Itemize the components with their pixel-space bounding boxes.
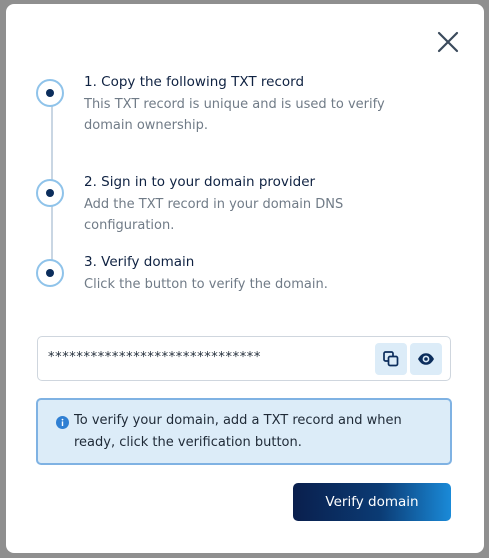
close-button[interactable]	[434, 28, 462, 56]
step-marker	[36, 79, 64, 107]
reveal-button[interactable]	[410, 343, 442, 375]
verify-domain-button[interactable]: Verify domain	[293, 483, 451, 521]
verify-domain-dialog: 1. Copy the following TXT record This TX…	[6, 4, 484, 553]
step-marker	[36, 179, 64, 207]
step-description: Add the TXT record in your domain DNS co…	[84, 197, 344, 233]
step-marker	[36, 259, 64, 287]
step-title: 1. Copy the following TXT record	[84, 74, 305, 90]
step-description: This TXT record is unique and is used to…	[84, 97, 385, 133]
copy-button[interactable]	[375, 343, 407, 375]
txt-record-value: ******************************	[48, 350, 261, 365]
step-title: 3. Verify domain	[84, 254, 195, 270]
info-alert: To verify your domain, add a TXT record …	[36, 398, 452, 465]
close-icon	[437, 31, 459, 53]
eye-icon	[418, 353, 434, 365]
txt-record-field[interactable]: ******************************	[37, 336, 451, 381]
copy-icon	[383, 351, 399, 367]
step-description: Click the button to verify the domain.	[84, 277, 328, 292]
step-title: 2. Sign in to your domain provider	[84, 174, 316, 190]
info-icon	[56, 416, 69, 429]
info-text: To verify your domain, add a TXT record …	[74, 413, 402, 450]
